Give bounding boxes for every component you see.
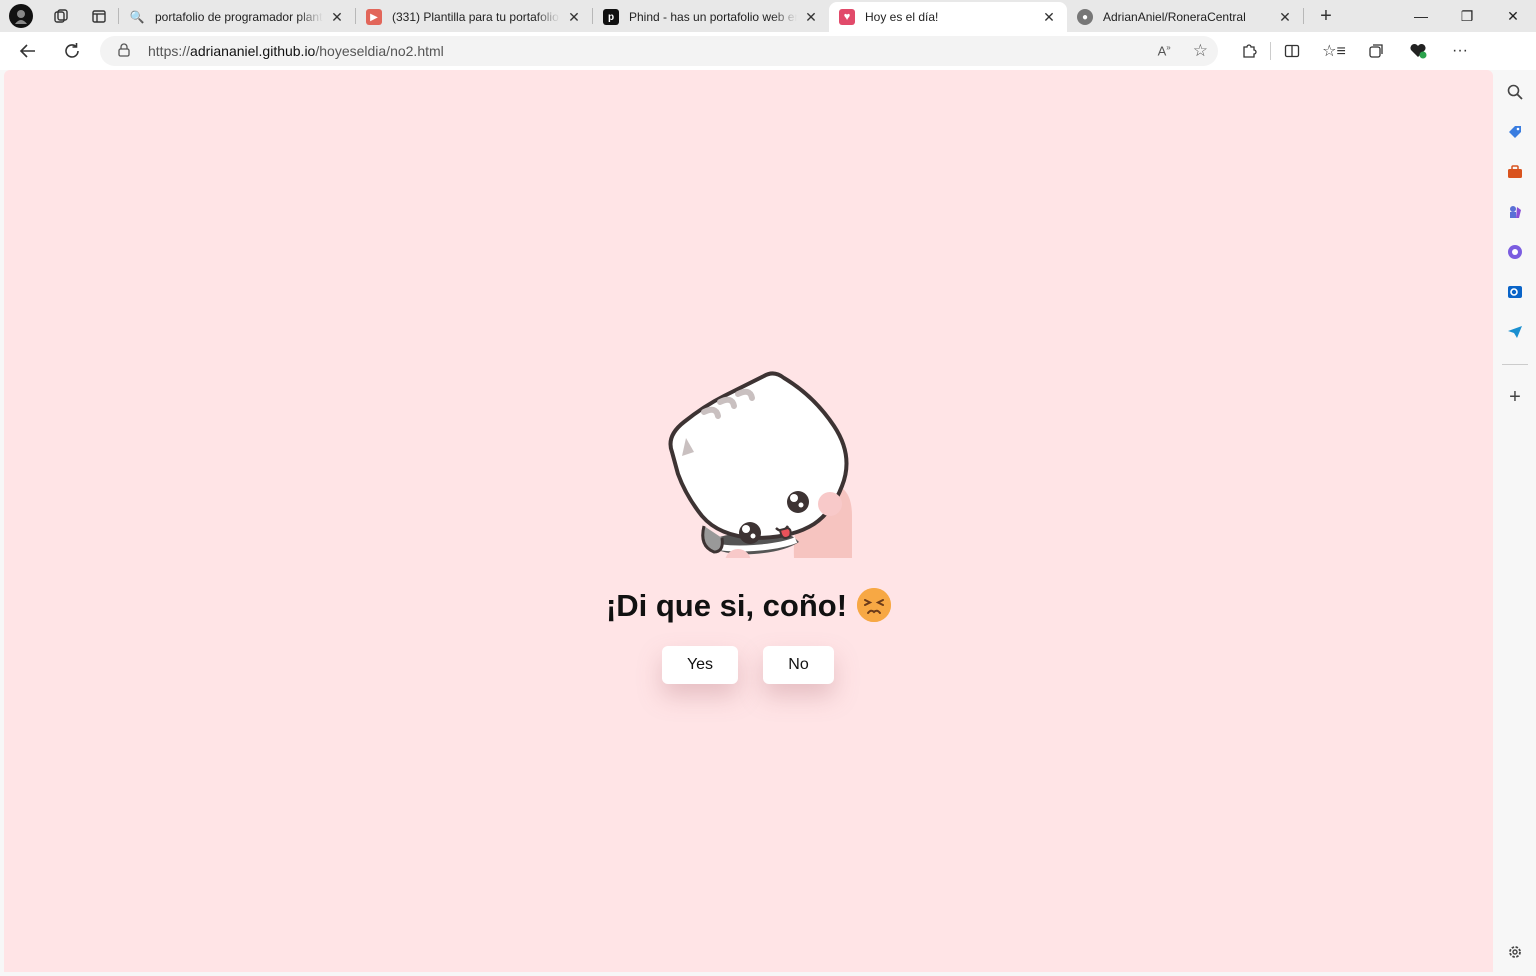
sidebar-add-button[interactable]: + bbox=[1494, 377, 1536, 417]
favorites-button[interactable]: ☆≡ bbox=[1313, 32, 1355, 70]
back-button[interactable] bbox=[6, 32, 50, 70]
more-dots-icon: ··· bbox=[1452, 42, 1468, 59]
tab-phind[interactable]: p Phind - has un portafolio web en ✕ bbox=[593, 2, 829, 32]
workspaces-button[interactable] bbox=[42, 0, 80, 32]
paper-plane-icon bbox=[1508, 326, 1522, 338]
youtube-icon: ▶ bbox=[366, 9, 382, 25]
sidebar-separator bbox=[1502, 364, 1528, 365]
yes-button[interactable]: Yes bbox=[662, 646, 738, 684]
search-icon: 🔍 bbox=[129, 10, 145, 24]
close-tab-icon[interactable]: ✕ bbox=[329, 9, 345, 26]
favorite-star-icon[interactable]: ☆ bbox=[1193, 41, 1208, 61]
sidebar-games-button[interactable] bbox=[1494, 192, 1536, 232]
plus-icon: + bbox=[1509, 385, 1521, 408]
minimize-icon: — bbox=[1414, 8, 1428, 24]
refresh-button[interactable] bbox=[50, 32, 94, 70]
collections-button[interactable] bbox=[1355, 32, 1397, 70]
office-icon bbox=[1508, 245, 1522, 259]
tag-icon bbox=[1509, 126, 1521, 138]
restore-button[interactable]: ❐ bbox=[1444, 0, 1490, 32]
browser-essentials-button[interactable] bbox=[1397, 32, 1439, 70]
gear-icon bbox=[1509, 946, 1521, 958]
split-screen-icon bbox=[1284, 44, 1300, 58]
persevering-face-emoji-icon bbox=[857, 588, 892, 622]
address-bar[interactable]: https://adriananiel.github.io/hoyeseldia… bbox=[100, 36, 1218, 66]
sidebar-drop-button[interactable] bbox=[1494, 312, 1536, 352]
search-icon bbox=[1507, 84, 1523, 100]
puzzle-icon bbox=[1243, 44, 1257, 58]
lock-icon bbox=[118, 42, 132, 60]
tab-youtube[interactable]: ▶ (331) Plantilla para tu portafolio web… bbox=[356, 2, 592, 32]
tab-bar: 🔍 portafolio de programador plantilla ✕ … bbox=[0, 0, 1536, 32]
extensions-button[interactable] bbox=[1228, 32, 1270, 70]
refresh-icon bbox=[65, 43, 79, 58]
sidebar-microsoft365-button[interactable] bbox=[1494, 232, 1536, 272]
minimize-button[interactable]: — bbox=[1398, 0, 1444, 32]
heart-pulse-icon bbox=[1410, 43, 1427, 59]
collections-icon bbox=[1369, 44, 1383, 58]
headline-text: ¡Di que si, coño! bbox=[605, 588, 848, 623]
cat-sticker-image bbox=[668, 371, 852, 558]
close-icon: ✕ bbox=[1507, 7, 1519, 24]
edge-sidebar: + bbox=[1494, 70, 1536, 976]
tab-title: AdrianAniel/RoneraCentral bbox=[1103, 10, 1246, 24]
page-content: ¡Di que si, coño! Yes No bbox=[4, 70, 1493, 972]
github-icon: ● bbox=[1077, 9, 1093, 25]
restore-icon: ❐ bbox=[1460, 7, 1474, 24]
tab-title: Hoy es el día! bbox=[865, 10, 939, 24]
vertical-tabs-button[interactable] bbox=[80, 0, 118, 32]
new-tab-button[interactable]: + bbox=[1304, 0, 1348, 32]
sidebar-search-button[interactable] bbox=[1494, 72, 1536, 112]
tab-github[interactable]: ● AdrianAniel/RoneraCentral ✕ bbox=[1067, 2, 1303, 32]
url-host: adriananiel.github.io bbox=[190, 43, 316, 59]
chess-piece-icon bbox=[1510, 206, 1521, 218]
sidebar-settings-button[interactable] bbox=[1494, 932, 1536, 972]
omnibox-actions: A» ☆ bbox=[1158, 36, 1208, 66]
toolbox-icon bbox=[1508, 165, 1522, 178]
avatar-icon bbox=[9, 4, 33, 28]
answer-buttons: Yes No bbox=[662, 646, 834, 684]
page-headline: ¡Di que si, coño! bbox=[4, 588, 1493, 624]
sidebar-outlook-button[interactable] bbox=[1494, 272, 1536, 312]
no-button[interactable]: No bbox=[763, 646, 834, 684]
tab-actions-icon bbox=[92, 10, 106, 23]
outlook-icon bbox=[1508, 286, 1522, 298]
tab-hoy-es-el-dia[interactable]: ♥ Hoy es el día! ✕ bbox=[829, 2, 1067, 32]
plus-icon: + bbox=[1320, 4, 1332, 27]
heart-icon: ♥ bbox=[839, 9, 855, 25]
url-text: https://adriananiel.github.io/hoyeseldia… bbox=[148, 43, 444, 59]
back-arrow-icon bbox=[19, 44, 35, 58]
workspaces-icon bbox=[54, 9, 68, 23]
close-tab-icon[interactable]: ✕ bbox=[1041, 9, 1057, 26]
toolbar-right: ☆≡ ··· bbox=[1228, 32, 1481, 70]
favorites-list-icon: ☆≡ bbox=[1322, 43, 1346, 60]
sidebar-shopping-button[interactable] bbox=[1494, 112, 1536, 152]
tab-title: Phind - has un portafolio web en bbox=[629, 10, 797, 24]
tab-search[interactable]: 🔍 portafolio de programador plantilla ✕ bbox=[119, 2, 355, 32]
tab-title: portafolio de programador plantilla bbox=[155, 10, 323, 24]
read-aloud-icon[interactable]: A» bbox=[1158, 43, 1171, 58]
profile-avatar[interactable] bbox=[0, 0, 42, 32]
phind-icon: p bbox=[603, 9, 619, 25]
split-screen-button[interactable] bbox=[1271, 32, 1313, 70]
page-viewport: ¡Di que si, coño! Yes No bbox=[4, 70, 1493, 972]
sidebar-tools-button[interactable] bbox=[1494, 152, 1536, 192]
url-path: /hoyeseldia/no2.html bbox=[315, 43, 444, 59]
url-scheme: https:// bbox=[148, 43, 191, 59]
close-tab-icon[interactable]: ✕ bbox=[566, 9, 582, 26]
close-window-button[interactable]: ✕ bbox=[1490, 0, 1536, 32]
address-toolbar: https://adriananiel.github.io/hoyeseldia… bbox=[0, 32, 1536, 70]
settings-more-button[interactable]: ··· bbox=[1439, 32, 1481, 70]
close-tab-icon[interactable]: ✕ bbox=[1277, 9, 1293, 26]
close-tab-icon[interactable]: ✕ bbox=[803, 9, 819, 26]
tab-title: (331) Plantilla para tu portafolio web bbox=[392, 10, 560, 24]
